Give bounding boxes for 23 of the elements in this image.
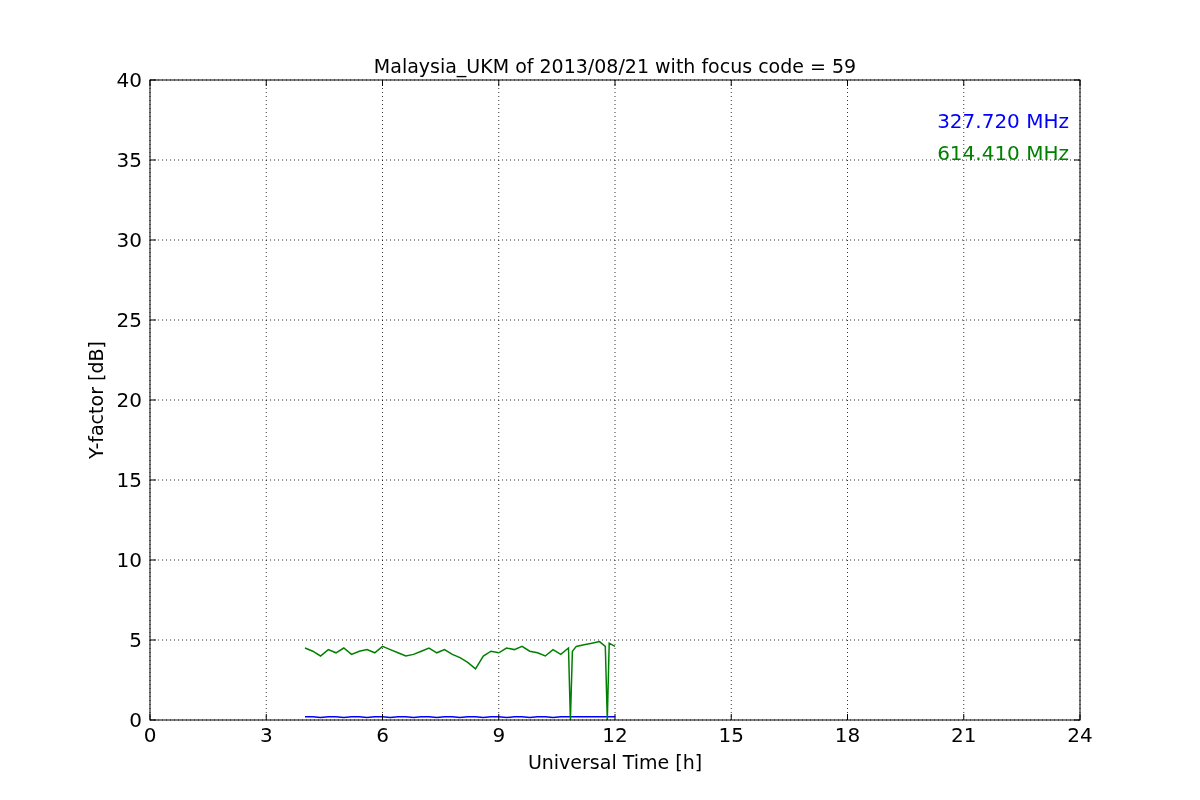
y-tick-label: 30: [116, 228, 142, 252]
y-tick-label: 35: [116, 148, 142, 172]
y-tick-label: 15: [116, 468, 142, 492]
x-tick-label: 6: [376, 723, 389, 747]
x-tick-label: 12: [602, 723, 628, 747]
y-tick-label: 20: [116, 388, 142, 412]
x-tick-label: 0: [143, 723, 157, 747]
x-tick-label: 15: [718, 723, 744, 747]
legend-label: 614.410 MHz: [937, 141, 1069, 165]
x-axis-label: Universal Time [h]: [527, 751, 703, 773]
y-axis-label: Y-factor [dB]: [85, 341, 107, 459]
x-tick-label: 24: [1067, 723, 1093, 747]
y-tick-label: 40: [116, 68, 142, 92]
y-tick-label: 0: [129, 708, 142, 732]
y-tick-label: 25: [116, 308, 142, 332]
x-tick-label: 21: [951, 723, 977, 747]
y-tick-label: 5: [129, 628, 142, 652]
legend-label: 327.720 MHz: [937, 109, 1069, 133]
y-tick-label: 10: [116, 548, 142, 572]
x-tick-label: 18: [834, 723, 861, 747]
chart-title: Malaysia_UKM of 2013/08/21 with focus code = 59: [373, 55, 857, 77]
x-tick-label: 3: [259, 723, 273, 747]
x-tick-label: 9: [492, 723, 506, 747]
